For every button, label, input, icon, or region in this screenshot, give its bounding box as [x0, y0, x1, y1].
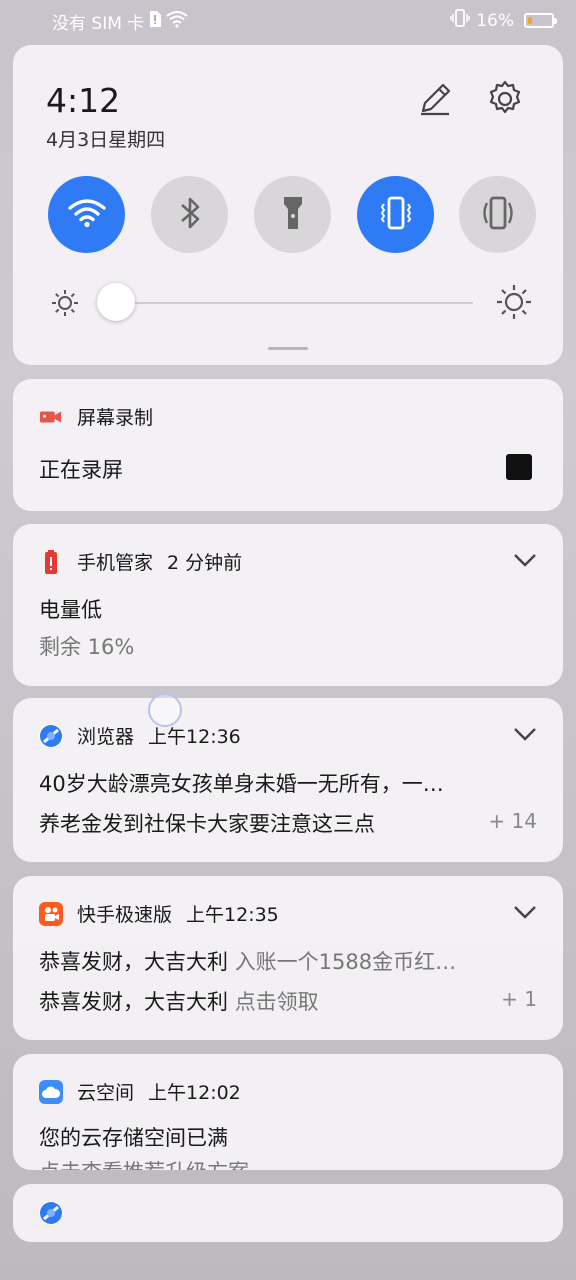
chevron-down-icon[interactable] [511, 546, 539, 574]
notification-kuaishou[interactable]: 快手极速版 上午12:35 恭喜发财，大吉大利 入账一个1588金币红… 恭喜发… [13, 876, 563, 1040]
notification-header [39, 1201, 77, 1225]
notification-time: 上午12:02 [148, 1082, 241, 1104]
notification-browser[interactable]: 浏览器 上午12:36 40岁大龄漂亮女孩单身未婚一无所有，一… 养老金发到社保… [13, 698, 563, 862]
notification-screen-record[interactable]: 屏幕录制 正在录屏 [13, 379, 563, 511]
notification-line-2: 恭喜发财，大吉大利 点击领取 [39, 986, 469, 1016]
carrier-text: 没有 SIM 卡 [52, 14, 145, 34]
chevron-down-icon[interactable] [511, 720, 539, 748]
notification-title: 电量低 [39, 598, 102, 622]
clock[interactable]: 4:12 [46, 81, 120, 120]
edit-icon[interactable] [415, 79, 455, 119]
quick-settings-panel: 4:12 4月3日星期四 [13, 45, 563, 365]
quick-toggles [48, 176, 536, 254]
notification-header: 云空间 上午12:02 [39, 1078, 241, 1105]
notification-header: 屏幕录制 [39, 403, 153, 430]
brightness-slider-thumb[interactable] [97, 283, 135, 321]
notification-subtitle: 点击查看推荐升级方案 [39, 1156, 249, 1170]
app-name: 快手极速版 [77, 904, 173, 926]
wifi-icon [67, 198, 106, 232]
date[interactable]: 4月3日星期四 [46, 125, 165, 152]
kuaishou-icon [39, 901, 63, 926]
line-2-bold: 恭喜发财，大吉大利 [39, 990, 228, 1014]
notification-title: 正在录屏 [39, 458, 123, 482]
brightness-control [49, 283, 533, 323]
notification-time: 2 分钟前 [167, 552, 243, 574]
vibrate-toggle[interactable] [357, 176, 434, 253]
line-1-rest: 入账一个1588金币红… [234, 950, 457, 974]
battery-icon [524, 13, 557, 28]
battery-alert-icon [39, 549, 63, 574]
notification-browser-collapsed[interactable] [13, 1184, 563, 1242]
vibrate-icon [450, 9, 470, 32]
touch-indicator [148, 693, 182, 727]
notification-subtitle: 剩余 16% [39, 635, 135, 659]
notification-subtitle: 养老金发到社保卡大家要注意这三点 [39, 812, 375, 836]
notification-header: 浏览器 上午12:36 [39, 722, 241, 749]
app-name: 屏幕录制 [77, 407, 154, 429]
browser-icon [39, 723, 63, 748]
battery-fill [528, 17, 532, 24]
notification-phone-manager[interactable]: 手机管家 2 分钟前 电量低 剩余 16% [13, 524, 563, 686]
app-name: 手机管家 [77, 552, 154, 574]
notification-title: 您的云存储空间已满 [39, 1126, 228, 1150]
brightness-high-icon [495, 283, 533, 325]
vibrate-icon [376, 195, 416, 235]
browser-icon [39, 1201, 63, 1225]
bluetooth-icon [178, 195, 202, 235]
expand-handle[interactable] [268, 347, 308, 350]
status-bar: 没有 SIM 卡 16% [0, 0, 576, 40]
notification-header: 快手极速版 上午12:35 [39, 900, 279, 927]
video-camera-icon [39, 405, 63, 429]
stop-recording-button[interactable] [506, 454, 532, 480]
notification-line-1: 恭喜发财，大吉大利 入账一个1588金币红… [39, 946, 534, 976]
brightness-track[interactable] [115, 302, 473, 304]
notification-count: + 1 [501, 987, 537, 1011]
line-2-rest: 点击领取 [234, 990, 319, 1014]
sim-alert-icon [148, 10, 162, 33]
auto-rotate-toggle[interactable] [459, 176, 536, 253]
notification-header: 手机管家 2 分钟前 [39, 548, 242, 575]
settings-gear-icon[interactable] [485, 79, 525, 119]
flashlight-icon [282, 195, 304, 235]
notification-title: 40岁大龄漂亮女孩单身未婚一无所有，一… [39, 772, 444, 796]
bluetooth-toggle[interactable] [151, 176, 228, 253]
app-name: 云空间 [77, 1082, 135, 1104]
battery-percent: 16% [476, 10, 514, 31]
notification-time: 上午12:35 [186, 904, 279, 926]
app-name: 浏览器 [77, 726, 135, 748]
rotate-icon [478, 195, 518, 235]
flashlight-toggle[interactable] [254, 176, 331, 253]
notification-count: + 14 [488, 809, 537, 833]
line-1-bold: 恭喜发财，大吉大利 [39, 950, 228, 974]
notification-cloud-space[interactable]: 云空间 上午12:02 您的云存储空间已满 点击查看推荐升级方案 [13, 1054, 563, 1170]
chevron-down-icon[interactable] [511, 898, 539, 926]
cloud-icon [39, 1079, 63, 1104]
wifi-icon [166, 10, 188, 33]
brightness-low-icon [49, 287, 81, 323]
wifi-toggle[interactable] [48, 176, 125, 253]
